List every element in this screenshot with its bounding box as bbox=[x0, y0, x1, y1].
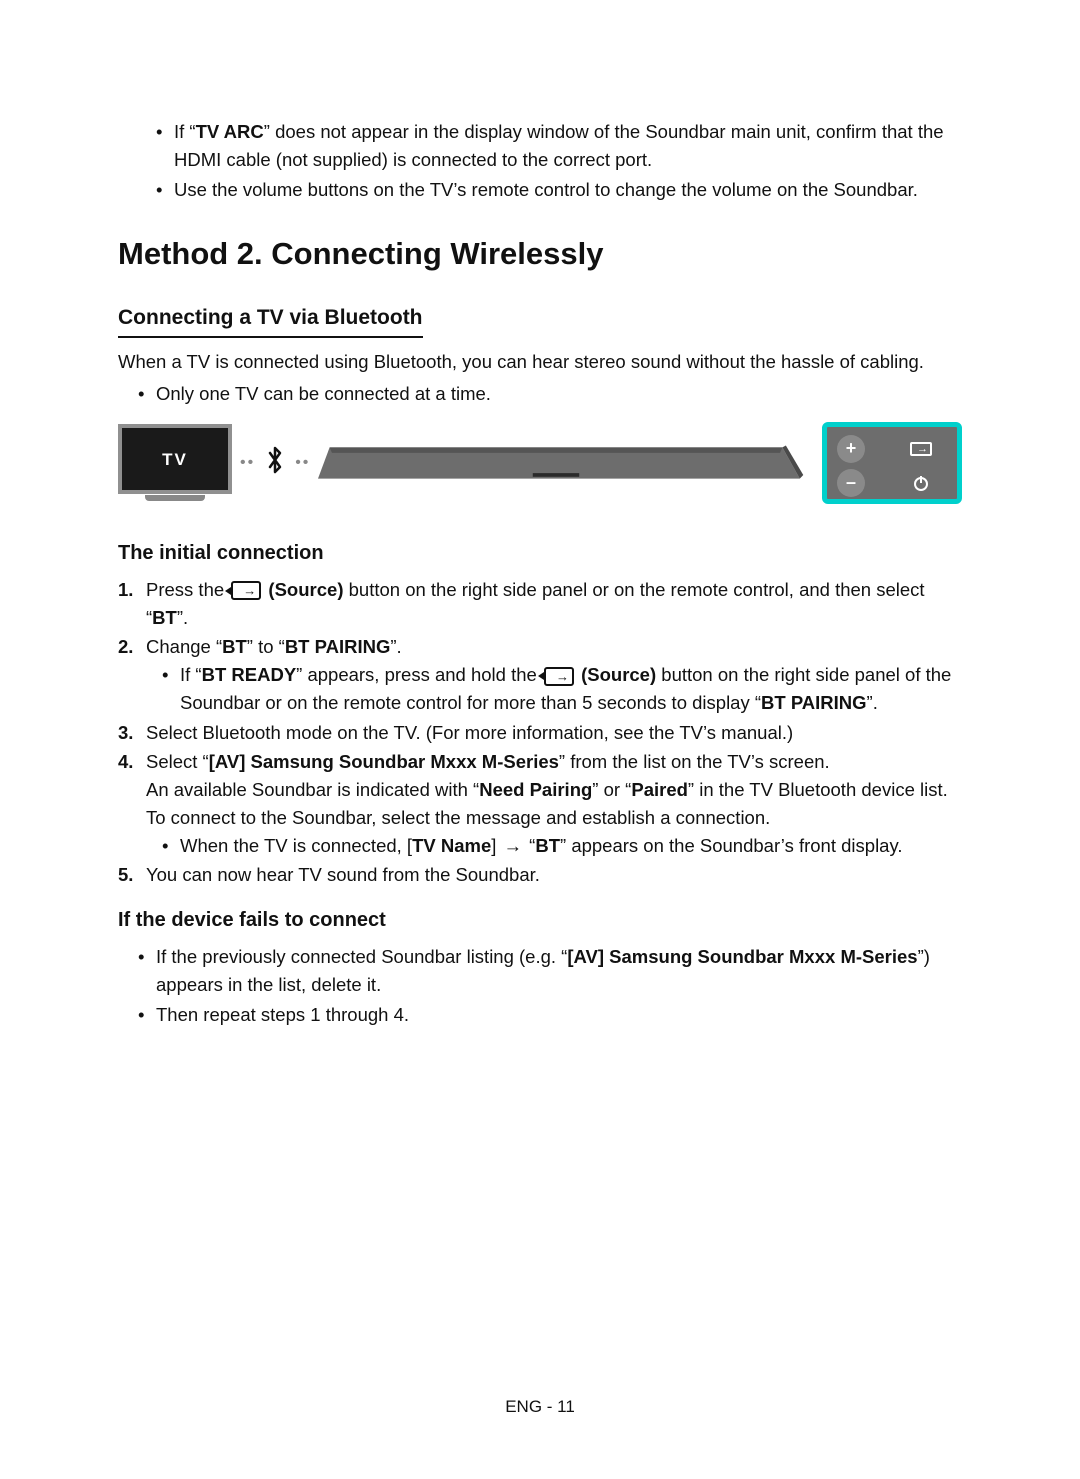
signal-dots-left: •• bbox=[238, 451, 257, 475]
step-2-sub: If “BT READY” appears, press and hold th… bbox=[162, 661, 962, 717]
bullet-tv-arc: If “TV ARC” does not appear in the displ… bbox=[156, 118, 962, 174]
bullet-volume: Use the volume buttons on the TV’s remot… bbox=[156, 176, 962, 204]
step-2-sublist: If “BT READY” appears, press and hold th… bbox=[146, 661, 962, 717]
arrow-icon: → bbox=[502, 835, 525, 856]
text: ”. bbox=[177, 607, 188, 628]
bluetooth-icon bbox=[263, 445, 287, 481]
step-1: Press the (Source) button on the right s… bbox=[118, 576, 962, 632]
text: ” does not appear in the display window … bbox=[174, 121, 944, 170]
fails-to-connect-heading: If the device fails to connect bbox=[118, 905, 962, 935]
tv-stand bbox=[145, 495, 205, 501]
step-3: Select Bluetooth mode on the TV. (For mo… bbox=[118, 719, 962, 747]
step-4-sub: When the TV is connected, [TV Name] → “B… bbox=[162, 832, 962, 860]
bt-label: BT bbox=[535, 835, 560, 856]
text: ” to “ bbox=[247, 636, 285, 657]
intro-text: When a TV is connected using Bluetooth, … bbox=[118, 348, 962, 376]
paired-label: Paired bbox=[631, 779, 688, 800]
source-label: (Source) bbox=[576, 664, 656, 685]
text: ” from the list on the TV’s screen. bbox=[559, 751, 830, 772]
tv-label: TV bbox=[162, 447, 188, 473]
connection-diagram: TV •• •• + – bbox=[118, 422, 962, 504]
volume-down-button[interactable]: – bbox=[837, 469, 865, 497]
bt-label: BT bbox=[152, 607, 177, 628]
bt-label: BT bbox=[222, 636, 247, 657]
intro-bullets: Only one TV can be connected at a time. bbox=[118, 380, 962, 408]
need-pairing-label: Need Pairing bbox=[479, 779, 592, 800]
volume-up-button[interactable]: + bbox=[837, 435, 865, 463]
text: An available Soundbar is indicated with … bbox=[146, 779, 479, 800]
section-title: Method 2. Connecting Wirelessly bbox=[118, 231, 962, 278]
tv-arc-label: TV ARC bbox=[196, 121, 264, 142]
text: If “ bbox=[174, 121, 196, 142]
power-button[interactable] bbox=[895, 469, 947, 497]
text: ” in the TV Bluetooth device list. bbox=[688, 779, 948, 800]
text: ” or “ bbox=[592, 779, 631, 800]
step-5: You can now hear TV sound from the Sound… bbox=[118, 861, 962, 889]
bt-pairing-label: BT PAIRING bbox=[285, 636, 391, 657]
source-label: (Source) bbox=[263, 579, 343, 600]
minus-icon: – bbox=[846, 469, 856, 496]
text: Select “ bbox=[146, 751, 209, 772]
signal-dots-right: •• bbox=[293, 451, 312, 475]
bt-pairing-label: BT PAIRING bbox=[761, 692, 867, 713]
step-4-sublist: When the TV is connected, [TV Name] → “B… bbox=[146, 832, 962, 860]
text: When the TV is connected, [ bbox=[180, 835, 412, 856]
text: To connect to the Soundbar, select the m… bbox=[146, 807, 770, 828]
step-2: Change “BT” to “BT PAIRING”. If “BT READ… bbox=[118, 633, 962, 716]
device-name-label: [AV] Samsung Soundbar Mxxx M-Series bbox=[567, 946, 917, 967]
side-panel-controls: + – bbox=[822, 422, 962, 504]
plus-icon: + bbox=[846, 435, 857, 462]
text: ” appears on the Soundbar’s front displa… bbox=[560, 835, 902, 856]
intro-bullet-one-tv: Only one TV can be connected at a time. bbox=[138, 380, 962, 408]
power-icon bbox=[912, 474, 930, 492]
subsection-title: Connecting a TV via Bluetooth bbox=[118, 302, 423, 339]
text: ”. bbox=[390, 636, 401, 657]
text: ”. bbox=[867, 692, 878, 713]
text: Press the bbox=[146, 579, 229, 600]
device-name-label: [AV] Samsung Soundbar Mxxx M-Series bbox=[209, 751, 559, 772]
page-footer: ENG - 11 bbox=[0, 1394, 1080, 1420]
preamble-bullets: If “TV ARC” does not appear in the displ… bbox=[118, 118, 962, 203]
text: “ bbox=[524, 835, 535, 856]
initial-connection-heading: The initial connection bbox=[118, 538, 962, 568]
text: If “ bbox=[180, 664, 202, 685]
text: ] bbox=[491, 835, 501, 856]
fail-bullet-2: Then repeat steps 1 through 4. bbox=[138, 1001, 962, 1029]
source-icon bbox=[231, 581, 261, 600]
source-icon bbox=[910, 442, 932, 456]
soundbar-illustration bbox=[318, 440, 806, 486]
tv-name-label: TV Name bbox=[412, 835, 491, 856]
tv-screen: TV bbox=[118, 424, 232, 494]
manual-page: If “TV ARC” does not appear in the displ… bbox=[0, 0, 1080, 1479]
source-icon bbox=[544, 667, 574, 686]
text: Change “ bbox=[146, 636, 222, 657]
text: ” appears, press and hold the bbox=[296, 664, 542, 685]
step-4: Select “[AV] Samsung Soundbar Mxxx M-Ser… bbox=[118, 748, 962, 859]
text: If the previously connected Soundbar lis… bbox=[156, 946, 567, 967]
source-button[interactable] bbox=[895, 435, 947, 463]
tv-icon: TV bbox=[118, 424, 232, 501]
fail-bullet-1: If the previously connected Soundbar lis… bbox=[138, 943, 962, 999]
steps-list: Press the (Source) button on the right s… bbox=[118, 576, 962, 889]
bt-ready-label: BT READY bbox=[202, 664, 297, 685]
fail-bullets: If the previously connected Soundbar lis… bbox=[118, 943, 962, 1028]
